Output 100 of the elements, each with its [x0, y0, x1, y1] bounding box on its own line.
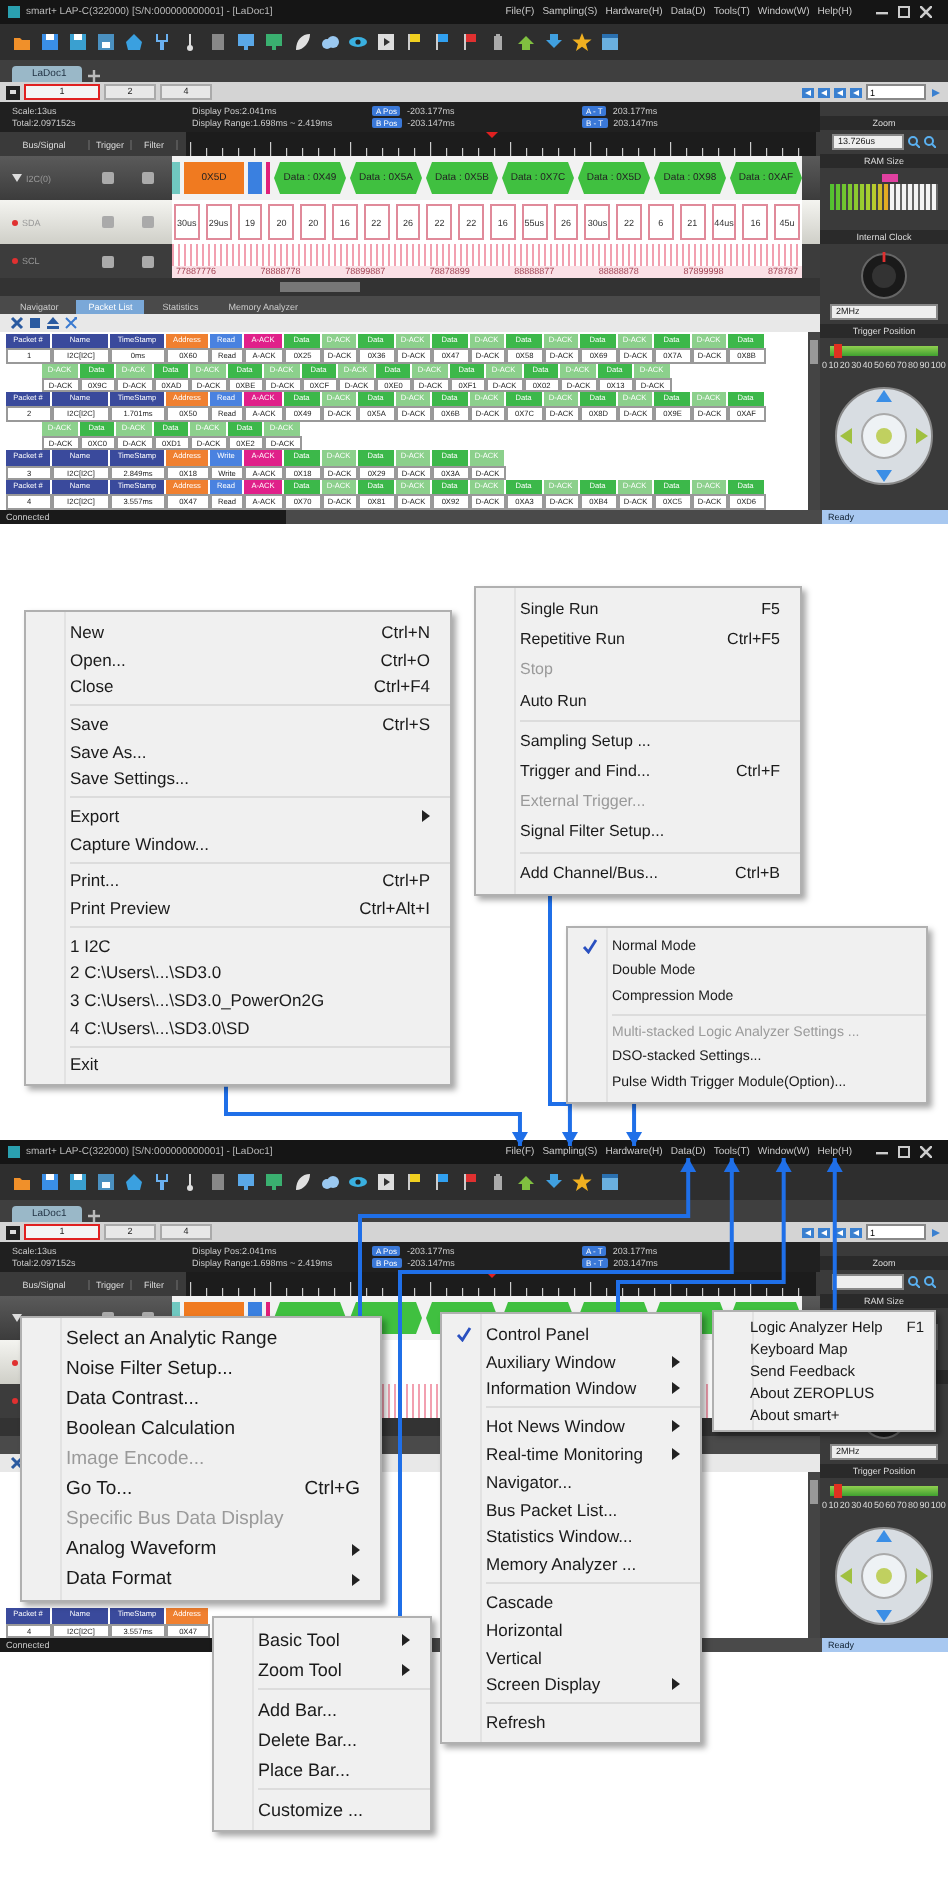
- minimize-icon[interactable]: [876, 1146, 888, 1158]
- flag-icon[interactable]: [460, 1172, 480, 1192]
- menu-item[interactable]: Customize ...: [214, 1794, 430, 1824]
- trigger-slider[interactable]: [830, 1486, 938, 1496]
- menu-item[interactable]: Vertical: [442, 1643, 700, 1672]
- step-icon[interactable]: [818, 87, 830, 97]
- minimize-icon[interactable]: [876, 6, 888, 18]
- menu-item[interactable]: Data Format: [22, 1564, 380, 1594]
- house-icon[interactable]: [124, 1172, 144, 1192]
- zoom-out-icon[interactable]: [924, 136, 936, 148]
- window-icon[interactable]: [600, 32, 620, 52]
- menu-item[interactable]: Add Channel/Bus... Ctrl+B: [476, 857, 800, 888]
- leaf-icon[interactable]: [292, 1172, 312, 1192]
- plus-icon[interactable]: [88, 70, 101, 82]
- zoom-out-icon[interactable]: [924, 1276, 936, 1288]
- menu-item[interactable]: Print... Ctrl+P: [26, 867, 450, 895]
- slider-thumb[interactable]: [834, 1484, 843, 1498]
- cross-icon[interactable]: [10, 1456, 24, 1470]
- menu-item[interactable]: Zoom Tool: [214, 1654, 430, 1684]
- menu-item[interactable]: Save Settings...: [26, 764, 450, 793]
- scrollbar-thumb[interactable]: [280, 282, 360, 292]
- zoom-in-icon[interactable]: [908, 1276, 920, 1288]
- close-icon[interactable]: [920, 1146, 932, 1158]
- close-icon[interactable]: [920, 6, 932, 18]
- menu-item[interactable]: Control Panel: [442, 1320, 700, 1348]
- panel-icon[interactable]: [6, 1225, 20, 1239]
- step-icon[interactable]: [802, 87, 814, 97]
- menu-item[interactable]: Close Ctrl+F4: [26, 672, 450, 701]
- menu-item[interactable]: Analog Waveform: [22, 1534, 380, 1564]
- shuffle-icon[interactable]: [64, 316, 78, 330]
- menu-item[interactable]: Delete Bar...: [214, 1724, 430, 1754]
- menu-item[interactable]: New Ctrl+N: [26, 618, 450, 646]
- menu-item[interactable]: Refresh: [442, 1708, 700, 1737]
- menu-item[interactable]: Exit: [26, 1051, 450, 1079]
- square-icon[interactable]: [28, 316, 42, 330]
- flag-icon[interactable]: [460, 32, 480, 52]
- step-icon[interactable]: [802, 1227, 814, 1237]
- scrollbar-thumb[interactable]: [810, 1480, 818, 1504]
- filter-icon[interactable]: [142, 255, 154, 267]
- bottle-icon[interactable]: [488, 32, 508, 52]
- menu-item[interactable]: Go To... Ctrl+G: [22, 1474, 380, 1504]
- step-icon[interactable]: [834, 87, 846, 97]
- panel-icon[interactable]: [6, 85, 20, 99]
- menu-item[interactable]: Memory Analyzer ...: [442, 1550, 700, 1579]
- eye-icon[interactable]: [348, 1172, 368, 1192]
- monitor-icon[interactable]: [236, 1172, 256, 1192]
- star-icon[interactable]: [572, 1172, 592, 1192]
- menu-item[interactable]: Cascade: [442, 1588, 700, 1616]
- step-icon[interactable]: [834, 1227, 846, 1237]
- flag-icon[interactable]: [404, 32, 424, 52]
- menu-item[interactable]: Statistics Window...: [442, 1523, 700, 1551]
- menu-item[interactable]: Sampling Setup ...: [476, 725, 800, 756]
- menu-item[interactable]: Single Run F5: [476, 594, 800, 625]
- page-icon[interactable]: [208, 32, 228, 52]
- flag-icon[interactable]: [432, 32, 452, 52]
- folder-icon[interactable]: [12, 1172, 32, 1192]
- menu-item[interactable]: Repetitive Run Ctrl+F5: [476, 624, 800, 655]
- menu-item[interactable]: Add Bar...: [214, 1694, 430, 1724]
- menu-item[interactable]: 3 C:\Users\...\SD3.0_PowerOn2G: [26, 986, 450, 1014]
- cloud-icon[interactable]: [320, 32, 340, 52]
- menu-item[interactable]: Horizontal: [442, 1615, 700, 1644]
- maximize-icon[interactable]: [898, 1146, 910, 1158]
- menu-item[interactable]: 2 C:\Users\...\SD3.0: [26, 959, 450, 987]
- page-icon[interactable]: [208, 1172, 228, 1192]
- scrollbar-thumb[interactable]: [810, 340, 818, 364]
- menu-item[interactable]: Print Preview Ctrl+Alt+I: [26, 894, 450, 922]
- plus-icon[interactable]: [88, 1210, 101, 1222]
- cross-icon[interactable]: [10, 316, 24, 330]
- menu-item[interactable]: Open... Ctrl+O: [26, 645, 450, 673]
- menu-item[interactable]: 1 I2C: [26, 931, 450, 960]
- zoom-dropdown[interactable]: [832, 1274, 904, 1290]
- menu-item[interactable]: Basic Tool: [214, 1624, 430, 1654]
- menu-item[interactable]: Signal Filter Setup...: [476, 816, 800, 847]
- flag-icon[interactable]: [404, 1172, 424, 1192]
- star-icon[interactable]: [572, 32, 592, 52]
- menu-item[interactable]: Save As...: [26, 737, 450, 765]
- menu-item[interactable]: Trigger and Find... Ctrl+F: [476, 755, 800, 787]
- upload-icon[interactable]: [46, 316, 60, 330]
- play-icon[interactable]: [376, 1172, 396, 1192]
- step-icon[interactable]: [818, 1227, 830, 1237]
- expand-icon[interactable]: [12, 174, 22, 182]
- monitor-icon[interactable]: [264, 32, 284, 52]
- navigation-wheel-drawing[interactable]: [834, 386, 934, 486]
- eye-icon[interactable]: [348, 32, 368, 52]
- menu-item[interactable]: Boolean Calculation: [22, 1414, 380, 1444]
- menu-item[interactable]: Capture Window...: [26, 829, 450, 857]
- step-icon[interactable]: [850, 87, 862, 97]
- play-icon[interactable]: [376, 32, 396, 52]
- menu-item[interactable]: Hot News Window: [442, 1412, 700, 1441]
- menu-item[interactable]: 4 C:\Users\...\SD3.0\SD: [26, 1013, 450, 1042]
- menu-item[interactable]: Place Bar...: [214, 1754, 430, 1784]
- wrench-icon[interactable]: [152, 32, 172, 52]
- house-icon[interactable]: [124, 32, 144, 52]
- menu-item[interactable]: Information Window: [442, 1375, 700, 1403]
- zoom-in-icon[interactable]: [908, 136, 920, 148]
- navigation-wheel-drawing[interactable]: [834, 1526, 934, 1626]
- monitor-icon[interactable]: [236, 32, 256, 52]
- trigger-icon[interactable]: [102, 255, 114, 267]
- go-icon[interactable]: [930, 87, 942, 97]
- expand-icon[interactable]: [12, 1314, 22, 1322]
